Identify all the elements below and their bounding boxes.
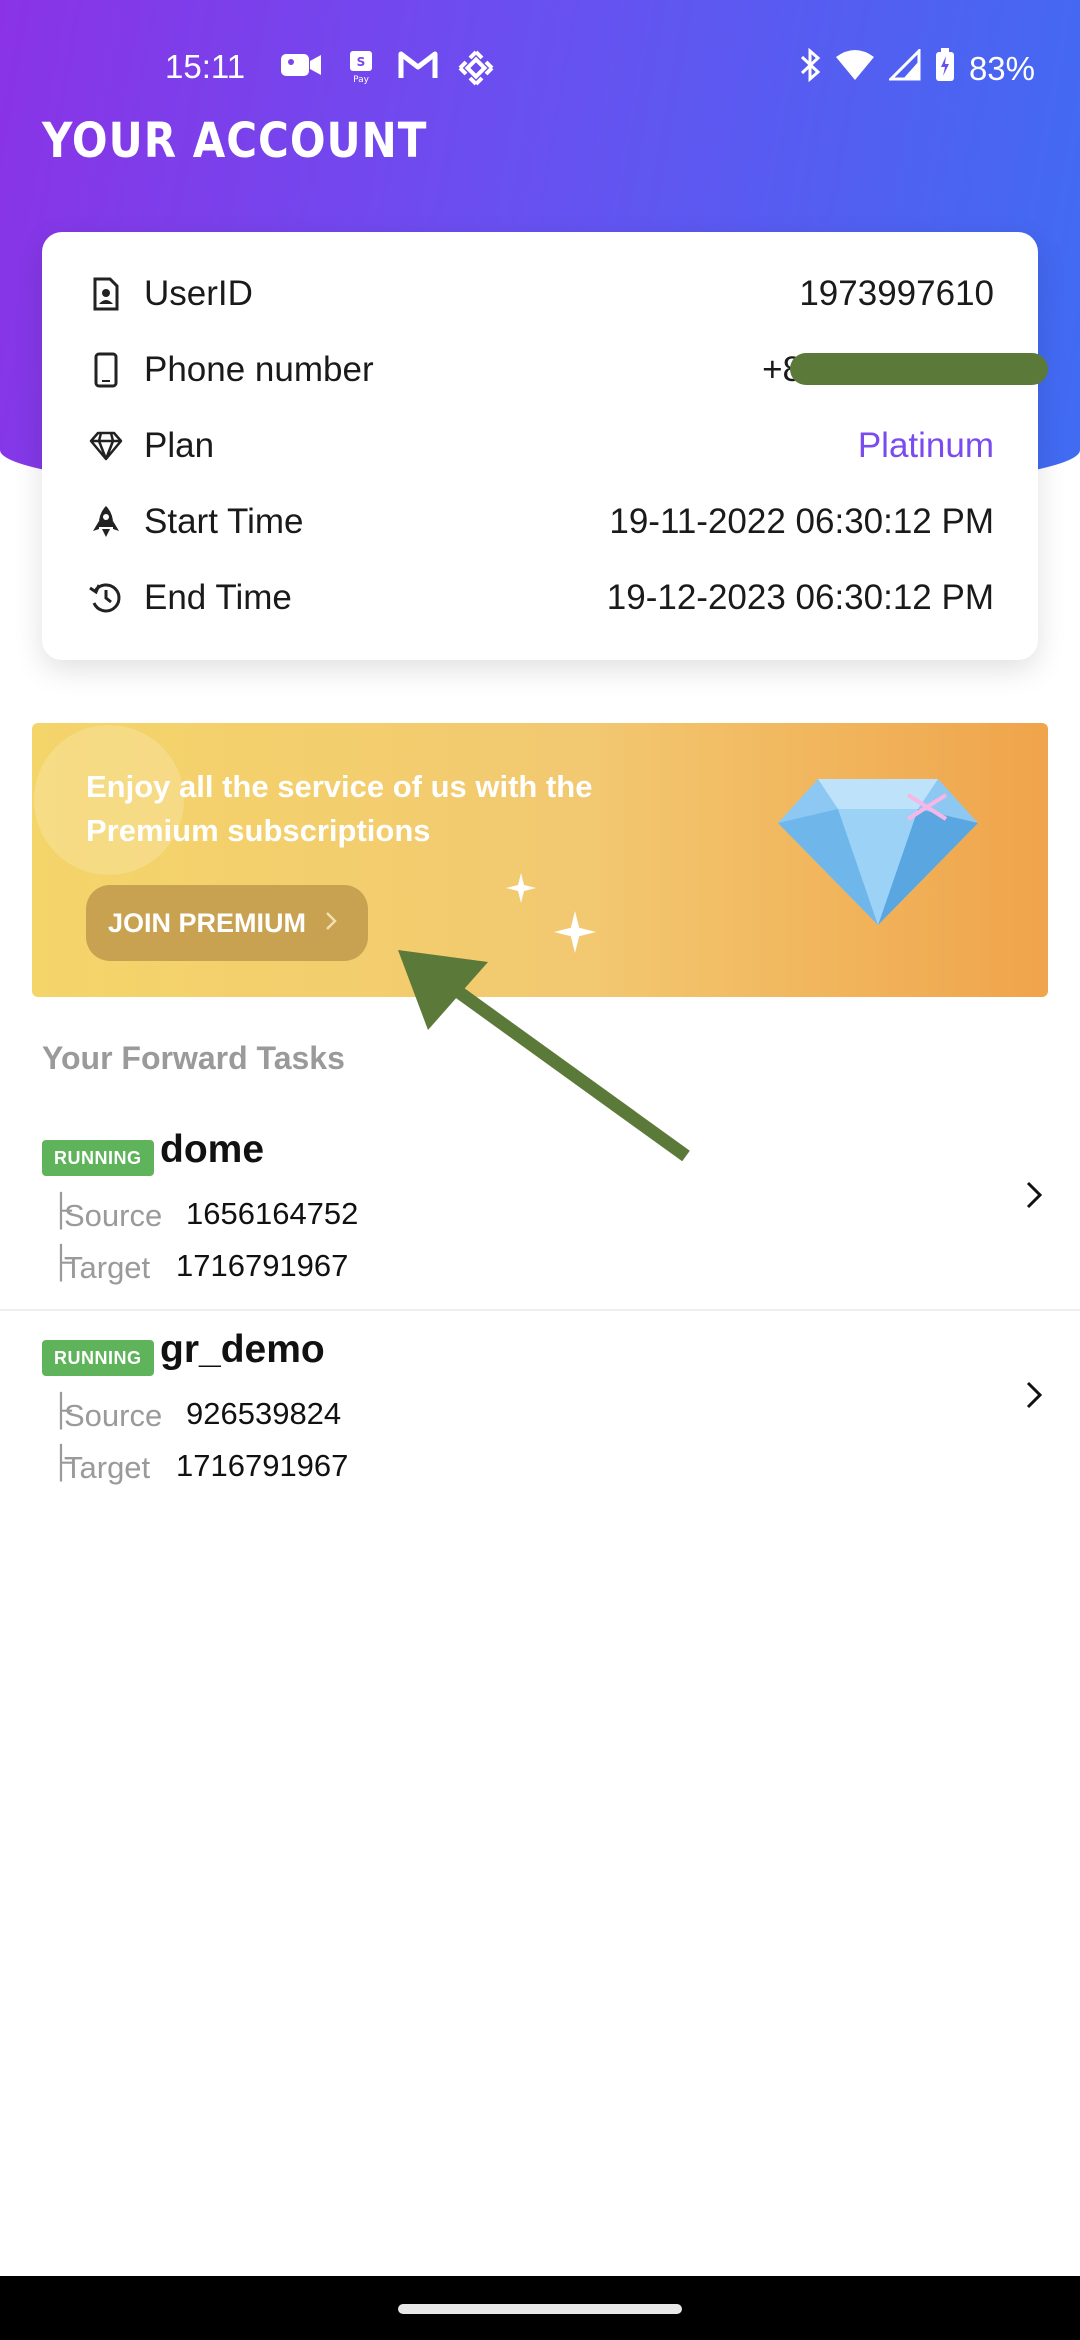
- user-id-icon: [88, 276, 124, 312]
- status-badge: RUNNING: [42, 1140, 154, 1176]
- battery-percentage: 83%: [968, 50, 1035, 87]
- source-label: Source: [64, 1398, 163, 1433]
- target-label: Target: [64, 1250, 151, 1285]
- account-card: UserID 1973997610 Phone number +8 Plan P…: [42, 232, 1048, 660]
- target-label: Target: [64, 1450, 151, 1485]
- start-time-label: Start Time: [144, 502, 304, 541]
- phone-label: Phone number: [144, 350, 374, 389]
- status-badge: RUNNING: [42, 1340, 154, 1376]
- account-row-end-time: End Time 19-12-2023 06:30:12 PM: [42, 568, 1038, 628]
- join-premium-label: JOIN PREMIUM: [108, 907, 307, 938]
- annotation-arrow-icon: [398, 950, 690, 1162]
- chevron-right-icon: [324, 908, 338, 939]
- task-name: dome: [160, 1128, 265, 1171]
- svg-text:Pay: Pay: [353, 75, 370, 84]
- bluetooth-icon: [799, 47, 821, 90]
- userid-value: 1973997610: [799, 274, 994, 313]
- account-row-start-time: Start Time 19-11-2022 06:30:12 PM: [42, 492, 1038, 552]
- status-bar: 15:11 S Pay 83%: [0, 40, 1080, 100]
- gmail-icon: [398, 50, 438, 80]
- userid-label: UserID: [144, 274, 253, 313]
- task-item[interactable]: RUNNING gr_demo ├ Source 926539824 ├ Tar…: [0, 1328, 1080, 1528]
- chevron-right-icon: [1024, 1180, 1044, 1215]
- end-time-value: 19-12-2023 06:30:12 PM: [606, 578, 994, 617]
- status-time: 15:11: [165, 48, 246, 85]
- source-value: 926539824: [186, 1396, 342, 1431]
- home-gesture-handle[interactable]: [398, 2304, 682, 2314]
- join-premium-button[interactable]: JOIN PREMIUM: [86, 885, 368, 961]
- rocket-icon: [88, 504, 124, 540]
- target-value: 1716791967: [176, 1248, 349, 1283]
- account-row-userid: UserID 1973997610: [42, 264, 1038, 324]
- samsung-pay-icon: S Pay: [348, 50, 374, 84]
- phone-redaction: [790, 353, 1048, 385]
- banner-text: Enjoy all the service of us with the Pre…: [86, 769, 593, 848]
- start-time-value: 19-11-2022 06:30:12 PM: [609, 502, 994, 541]
- signal-icon: [887, 47, 921, 89]
- target-value: 1716791967: [176, 1448, 349, 1483]
- divider: [0, 1309, 1080, 1311]
- plan-value: Platinum: [857, 426, 994, 465]
- task-name: gr_demo: [160, 1328, 325, 1371]
- diamond-icon: [88, 428, 124, 464]
- plan-label: Plan: [144, 426, 215, 465]
- diamond-gem-icon: [778, 773, 978, 938]
- svg-text:S: S: [357, 55, 366, 69]
- wifi-icon: [835, 49, 875, 89]
- phone-icon: [88, 352, 124, 388]
- chevron-right-icon: [1024, 1380, 1044, 1415]
- binance-icon: [458, 50, 494, 86]
- end-time-label: End Time: [144, 578, 292, 617]
- source-value: 1656164752: [186, 1196, 359, 1231]
- sparkle-icon: [506, 873, 536, 908]
- account-row-plan: Plan Platinum: [42, 416, 1038, 476]
- battery-icon: [935, 48, 955, 90]
- source-label: Source: [64, 1198, 163, 1233]
- page-title: YOUR ACCOUNT: [42, 112, 428, 169]
- history-icon: [88, 580, 124, 616]
- section-title-forward-tasks: Your Forward Tasks: [42, 1040, 345, 1076]
- video-camera-icon: [280, 50, 322, 80]
